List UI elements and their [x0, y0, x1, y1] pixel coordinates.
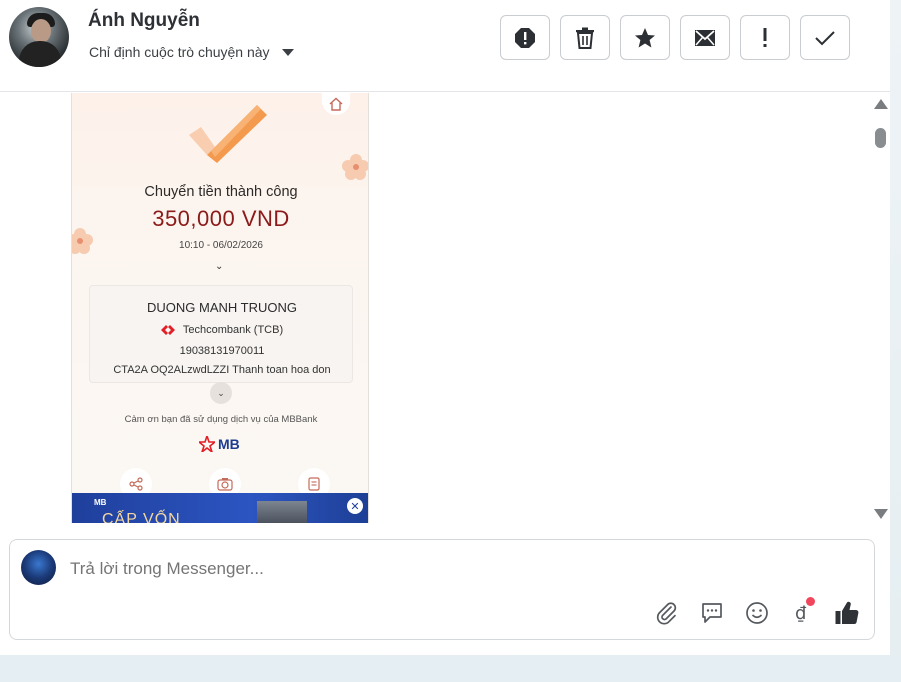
trash-icon	[576, 27, 594, 49]
conversation-panel: Ánh Nguyễn Chỉ định cuộc trò chuyện này	[0, 0, 890, 655]
priority-icon	[763, 27, 767, 47]
svg-text:₫: ₫	[795, 603, 807, 624]
delete-button[interactable]	[560, 15, 610, 60]
emoji-button[interactable]	[743, 599, 771, 627]
reply-composer: ₫	[9, 539, 875, 640]
composer-tools: ₫	[653, 597, 861, 627]
receipt-title: Chuyển tiền thành công	[144, 184, 298, 200]
assign-label: Chỉ định cuộc trò chuyện này	[89, 44, 270, 60]
message-thread[interactable]: Chuyển tiền thành công 350,000 VND 10:10…	[0, 93, 890, 523]
building-image	[257, 501, 307, 523]
paperclip-icon	[656, 602, 677, 625]
mark-spam-button[interactable]	[500, 15, 550, 60]
scrollbar-thumb[interactable]	[875, 128, 886, 148]
account-number: 19038131970011	[179, 345, 265, 357]
mark-done-button[interactable]	[800, 15, 850, 60]
star-icon	[635, 27, 655, 47]
transfer-receipt-image[interactable]: Chuyển tiền thành công 350,000 VND 10:10…	[71, 93, 369, 523]
banner-text: CẤP VỐN	[102, 511, 181, 523]
receipt-amount: 350,000 VND	[152, 206, 290, 231]
assign-conversation-dropdown[interactable]: Chỉ định cuộc trò chuyện này	[89, 44, 294, 60]
chevron-down-icon: ⌄	[210, 382, 232, 404]
contact-name: Ánh Nguyễn	[88, 10, 200, 31]
transfer-memo: CTA2A OQ2ALzwdLZZI Thanh toan hoa don	[113, 364, 331, 376]
recipient-card: DUONG MANH TRUONG Techcombank (TCB) 1903…	[89, 285, 353, 383]
thumbs-up-icon	[835, 601, 859, 625]
recipient-bank: Techcombank (TCB)	[90, 324, 354, 336]
bank-logo-icon	[160, 325, 175, 335]
mbbank-logo-text: MB	[218, 436, 240, 452]
conversation-header: Ánh Nguyễn Chỉ định cuộc trò chuyện này	[0, 0, 890, 92]
bank-name: Techcombank (TCB)	[182, 324, 284, 336]
mark-unread-button[interactable]	[680, 15, 730, 60]
check-icon	[815, 30, 835, 45]
recipient-name: DUONG MANH TRUONG	[147, 300, 297, 315]
attach-button[interactable]	[653, 599, 681, 627]
payment-button[interactable]: ₫	[788, 597, 816, 627]
reply-input[interactable]	[70, 559, 770, 579]
header-actions	[500, 15, 850, 60]
scroll-up-arrow-icon[interactable]	[874, 99, 888, 109]
smiley-icon	[746, 602, 768, 624]
notification-dot	[806, 597, 815, 606]
success-check-icon	[189, 105, 267, 163]
priority-button[interactable]	[740, 15, 790, 60]
star-button[interactable]	[620, 15, 670, 60]
receipt-time: 10:10 - 06/02/2026	[179, 240, 263, 251]
page-avatar	[21, 550, 56, 585]
mail-icon	[695, 29, 715, 46]
contact-avatar[interactable]	[9, 7, 69, 67]
send-like-button[interactable]	[833, 599, 861, 627]
chevron-down-icon	[281, 48, 294, 56]
banner-brand: MB	[94, 498, 107, 507]
scrollbar[interactable]	[870, 93, 890, 523]
flower-decoration-icon	[342, 154, 368, 180]
spam-icon	[515, 27, 535, 48]
scroll-down-arrow-icon[interactable]	[874, 509, 888, 519]
thanks-message: Cảm ơn bạn đã sử dụng dịch vụ của MBBank	[124, 414, 318, 425]
home-icon	[322, 93, 350, 115]
saved-replies-button[interactable]	[698, 599, 726, 627]
mbbank-logo: MB	[199, 436, 240, 452]
close-icon[interactable]: ✕	[347, 498, 363, 514]
promo-banner[interactable]: MB CẤP VỐN ✕	[72, 493, 368, 523]
double-chevron-down-icon: ⌄	[215, 261, 224, 272]
chat-bubble-icon	[702, 603, 722, 623]
